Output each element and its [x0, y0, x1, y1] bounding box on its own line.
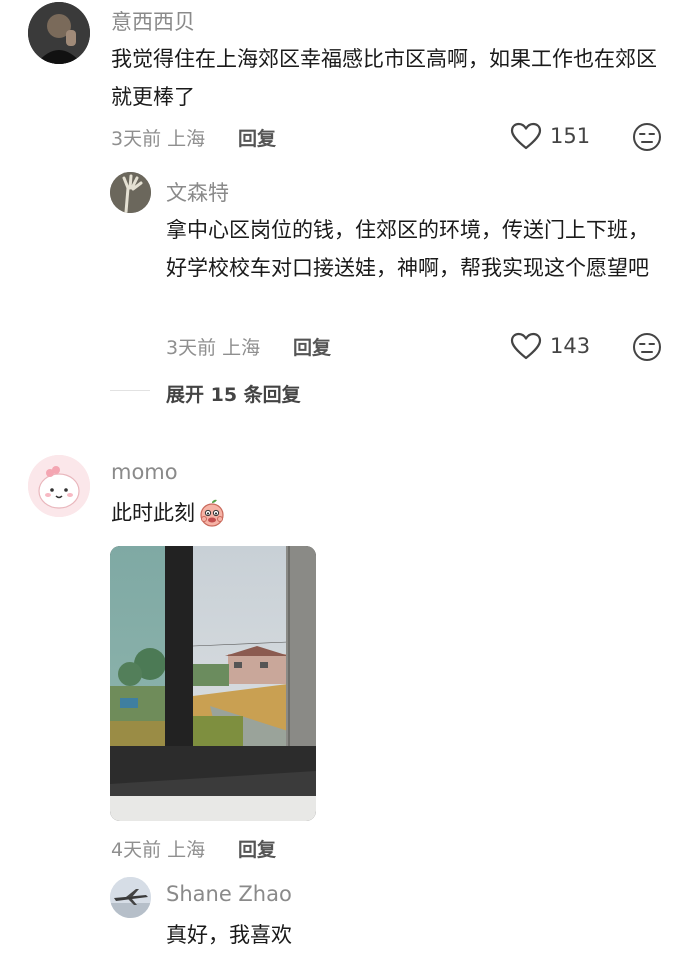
heart-outline-icon — [510, 332, 542, 360]
comment-timestamp-location: 3天前 上海 — [111, 128, 206, 150]
comment-username[interactable]: 意西西贝 — [111, 6, 195, 36]
heart-outline-icon — [510, 122, 542, 150]
comment-photo[interactable] — [110, 546, 316, 821]
reply-button[interactable]: 回复 — [238, 124, 276, 151]
avatar[interactable] — [28, 455, 90, 517]
reply-username[interactable]: 文森特 — [166, 177, 229, 207]
like-count: 143 — [550, 334, 591, 358]
airplane-photo-icon — [110, 877, 151, 918]
reply-timestamp-location: 3天前 上海 — [166, 337, 261, 359]
avatar[interactable] — [110, 172, 151, 213]
window-view-photo — [110, 546, 316, 821]
avatar[interactable] — [28, 2, 90, 64]
like-button[interactable]: 151 — [510, 122, 590, 150]
reply-text: 拿中心区岗位的钱，住郊区的环境，传送门上下班，好学校校车对口接送娃，神啊，帮我实… — [166, 218, 649, 280]
like-button[interactable]: 143 — [510, 332, 590, 360]
unamused-face-icon — [633, 123, 661, 151]
user-photo-icon — [28, 2, 90, 64]
dislike-button[interactable] — [632, 122, 662, 156]
expand-divider — [110, 390, 150, 391]
cartoon-avatar-icon — [28, 455, 90, 517]
dislike-button[interactable] — [632, 332, 662, 366]
avatar[interactable] — [110, 877, 151, 918]
comment-body: 此时此刻 — [111, 494, 227, 532]
user-photo-icon — [110, 172, 151, 213]
comment-username[interactable]: momo — [111, 460, 178, 484]
comment-text: 此时此刻 — [111, 501, 195, 525]
reply-button[interactable]: 回复 — [238, 835, 276, 862]
like-count: 151 — [550, 124, 591, 148]
comment-text: 我觉得住在上海郊区幸福感比市区高啊，如果工作也在郊区就更棒了 — [111, 47, 657, 109]
expand-replies-button[interactable]: 展开 15 条回复 — [166, 380, 301, 407]
reply-button[interactable]: 回复 — [293, 333, 331, 360]
reply-text: 真好，我喜欢 — [166, 923, 292, 947]
reply-username[interactable]: Shane Zhao — [166, 882, 292, 906]
peach-sticker-icon — [200, 499, 224, 527]
comment-timestamp-location: 4天前 上海 — [111, 839, 206, 861]
unamused-face-icon — [633, 333, 661, 361]
